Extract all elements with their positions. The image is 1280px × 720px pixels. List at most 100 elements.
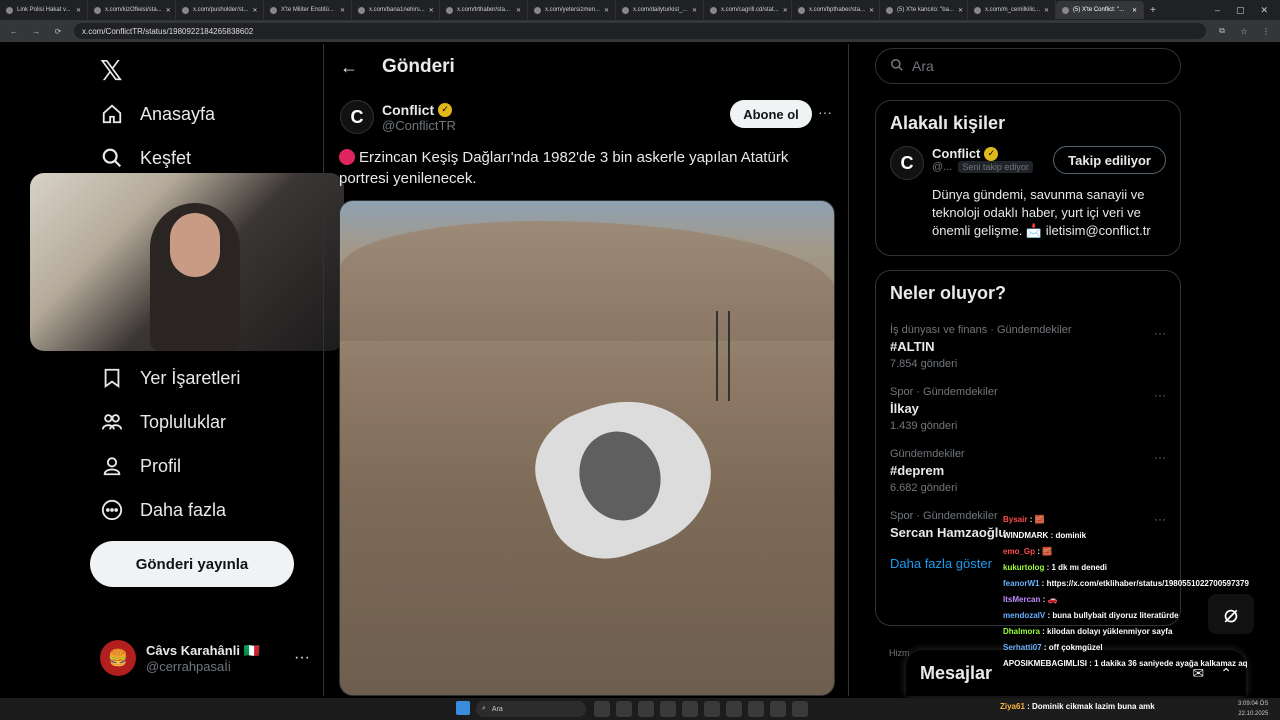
browser-tab[interactable]: x.com/trthaber/sta... ✕ <box>440 1 528 19</box>
post-image[interactable] <box>339 200 835 696</box>
taskbar-clock[interactable]: 3:09:04 ÖS 22.10.2025 <box>1238 699 1268 719</box>
trend-more-icon[interactable]: ··· <box>1154 326 1166 340</box>
screen: { "browser": { "tabs": [ {"label": "Link… <box>0 0 1280 720</box>
related-avatar[interactable]: C <box>890 146 924 180</box>
post-text: Erzincan Keşiş Dağları'nda 1982'de 3 bin… <box>339 147 833 189</box>
favicon-icon <box>6 6 13 14</box>
back-nav-icon[interactable]: ← <box>8 27 20 36</box>
taskbar: ⌕ Ara Ziya61 : Dominik cikmak lazim buna… <box>0 698 1280 720</box>
reload-icon[interactable]: ⟳ <box>52 27 64 36</box>
close-window-icon[interactable]: ✕ <box>1260 5 1268 16</box>
app-icon[interactable] <box>638 701 654 717</box>
search-input[interactable]: Ara <box>875 48 1181 84</box>
browser-tab[interactable]: x.com/bana1nehirs... ✕ <box>352 1 440 19</box>
following-button[interactable]: Takip ediliyor <box>1053 146 1166 174</box>
trend-more-icon[interactable]: ··· <box>1154 388 1166 402</box>
more-circle-icon <box>100 498 124 522</box>
profile-icon <box>100 454 124 478</box>
chat-text: : buna bullybait diyoruz literatürde <box>1045 611 1179 620</box>
sidebar-item-more[interactable]: Daha fazla <box>100 498 226 522</box>
favicon-icon <box>270 6 277 14</box>
minimize-icon[interactable]: – <box>1215 5 1220 16</box>
chat-text: : 🧱 <box>1027 515 1045 524</box>
subscribe-button[interactable]: Abone ol <box>730 100 812 128</box>
browser-tab[interactable]: x.com/cagrill.cd/stat... ✕ <box>704 1 792 19</box>
chat-text: : kilodan dolayı yüklenmiyor sayfa <box>1039 627 1173 636</box>
author-name-row: Conflict ✓ <box>382 102 456 118</box>
sidebar-item-explore[interactable]: Keşfet <box>100 146 191 170</box>
close-icon[interactable]: ✕ <box>429 7 434 14</box>
app-icon[interactable] <box>682 701 698 717</box>
close-icon[interactable]: ✕ <box>1132 7 1137 14</box>
communities-icon <box>100 410 124 434</box>
chat-username: Serhatti07 <box>1003 643 1042 652</box>
close-icon[interactable]: ✕ <box>869 7 874 14</box>
trend-more-icon[interactable]: ··· <box>1154 450 1166 464</box>
browser-tab[interactable]: x.com/kizOfkesi/sta... ✕ <box>88 1 176 19</box>
related-user-row[interactable]: C Conflict ✓ @... Seni takip ediyor Takip … <box>876 146 1180 180</box>
browser-tab[interactable]: X'te Militer Enstitü... ✕ <box>264 1 352 19</box>
browser-tab[interactable]: (5) X'te kancılo: "ba... ✕ <box>880 1 968 19</box>
browser-tab[interactable]: x.com/yetersizmen... ✕ <box>528 1 616 19</box>
close-icon[interactable]: ✕ <box>76 7 81 14</box>
x-logo-icon[interactable]: 𝕏 <box>100 54 123 87</box>
maximize-icon[interactable]: ▢ <box>1236 5 1245 16</box>
sidebar-item-communities[interactable]: Topluluklar <box>100 410 226 434</box>
close-icon[interactable]: ✕ <box>166 7 171 14</box>
new-tab-icon[interactable]: + <box>1144 5 1162 16</box>
trend-item[interactable]: Spor · Gündemdekiler İlkay 1.439 gönderi… <box>876 378 1180 440</box>
close-icon[interactable]: ✕ <box>516 7 521 14</box>
page-title: Gönderi <box>382 56 455 77</box>
more-dots-icon[interactable]: ··· <box>294 649 310 667</box>
chat-text: : 1 dk mı denedi <box>1044 563 1108 572</box>
close-icon[interactable]: ✕ <box>604 7 609 14</box>
post-more-icon[interactable]: ··· <box>818 104 832 120</box>
sidebar-item-bookmarks[interactable]: Yer İşaretleri <box>100 366 240 390</box>
author-avatar[interactable]: C <box>340 100 374 134</box>
close-icon[interactable]: ✕ <box>958 7 963 14</box>
browser-tab[interactable]: x.com/dailyturkist_... ✕ <box>616 1 704 19</box>
clock-date: 22.10.2025 <box>1238 711 1269 717</box>
browser-tab[interactable]: x.com/pusholder/st... ✕ <box>176 1 264 19</box>
search-icon <box>100 146 124 170</box>
sidebar-item-profile[interactable]: Profil <box>100 454 181 478</box>
close-icon[interactable]: ✕ <box>692 7 697 14</box>
close-icon[interactable]: ✕ <box>252 7 257 14</box>
app-icon[interactable] <box>594 701 610 717</box>
app-icon[interactable] <box>726 701 742 717</box>
back-arrow-icon[interactable]: ← <box>340 57 358 78</box>
account-switcher[interactable]: 🍔 Câvs Karahânli 🇮🇹 @cerrahpasaİi ··· <box>100 640 310 676</box>
favicon-icon <box>974 6 981 14</box>
browser-tab[interactable]: Link Polisi Hakat v... ✕ <box>0 1 88 19</box>
app-icon[interactable] <box>770 701 786 717</box>
chat-username: Bysair <box>1003 515 1028 524</box>
forward-nav-icon[interactable]: → <box>30 27 42 36</box>
chat-text: : 1 dakika 36 saniyede ayağa kalkamaz aq <box>1087 659 1248 668</box>
close-icon[interactable]: ✕ <box>340 7 345 14</box>
trend-item[interactable]: Gündemdekiler #deprem 6.682 gönderi ··· <box>876 440 1180 502</box>
app-icon[interactable] <box>616 701 632 717</box>
app-icon[interactable] <box>704 701 720 717</box>
post-button[interactable]: Gönderi yayınla <box>90 541 294 587</box>
close-icon[interactable]: ✕ <box>783 7 788 14</box>
extensions-icon[interactable]: ⧉ <box>1216 26 1228 36</box>
app-icon[interactable] <box>660 701 676 717</box>
browser-tab[interactable]: x.com/bpthaber/sta... ✕ <box>792 1 880 19</box>
taskbar-search-label: Ara <box>491 705 503 713</box>
app-icon[interactable] <box>748 701 764 717</box>
trend-item[interactable]: İş dünyası ve finans · Gündemdekiler #AL… <box>876 316 1180 378</box>
browser-tab[interactable]: x.com/m_cemilkilic... ✕ <box>968 1 1056 19</box>
chat-message: emo_Gp : 🧱 <box>1003 544 1273 560</box>
sidebar-item-home[interactable]: Anasayfa <box>100 102 215 126</box>
windows-start-icon[interactable] <box>456 701 470 715</box>
taskbar-search[interactable]: ⌕ Ara <box>476 701 586 717</box>
post-author[interactable]: C Conflict ✓ @ConflictTR <box>340 100 456 134</box>
browser-tab-active[interactable]: (5) X'te Conflict: "... ✕ <box>1056 1 1144 19</box>
close-icon[interactable]: ✕ <box>1044 7 1049 14</box>
menu-dots-icon[interactable]: ⋮ <box>1260 27 1272 36</box>
trend-context: Gündemdekiler <box>890 448 965 460</box>
bookmark-star-icon[interactable]: ☆ <box>1238 27 1250 36</box>
app-icon[interactable] <box>792 701 808 717</box>
url-field[interactable]: x.com/ConflictTR/status/1980922184265838… <box>74 23 1206 39</box>
clock-time: 3:09:04 ÖS <box>1238 701 1269 707</box>
